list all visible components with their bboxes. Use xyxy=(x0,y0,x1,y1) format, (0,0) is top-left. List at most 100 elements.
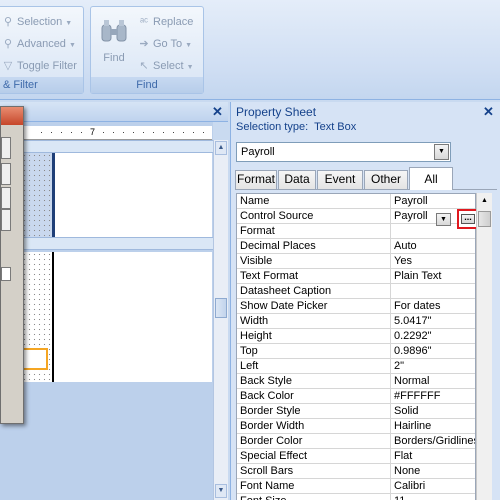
dialog-button[interactable] xyxy=(1,163,11,185)
chevron-down-icon: ▼ xyxy=(65,20,73,27)
tab-format[interactable]: Format xyxy=(235,170,277,189)
property-row[interactable]: Show Date Picker For dates xyxy=(237,299,475,314)
property-name: Font Size xyxy=(240,495,388,500)
property-row[interactable]: Font Name Calibri xyxy=(237,479,475,494)
detail-section-header[interactable] xyxy=(0,237,213,250)
advanced-button[interactable]: ⚲ Advanced ▼ xyxy=(1,35,76,53)
property-value[interactable]: Flat xyxy=(390,449,475,463)
property-row[interactable]: Visible Yes xyxy=(237,254,475,269)
dialog-button[interactable] xyxy=(1,187,11,209)
property-name: Visible xyxy=(240,255,273,267)
select-button[interactable]: ↖ Select ▼ xyxy=(137,57,193,75)
tab-data[interactable]: Data xyxy=(278,170,316,189)
close-icon[interactable]: ✕ xyxy=(212,104,223,120)
tab-divider xyxy=(235,189,497,190)
property-name: Font Name xyxy=(240,480,295,492)
control-source-dropdown-icon[interactable]: ▼ xyxy=(436,213,451,226)
property-row[interactable]: Datasheet Caption xyxy=(237,284,475,299)
scroll-thumb[interactable] xyxy=(215,298,227,318)
property-value[interactable]: Hairline xyxy=(390,419,475,433)
property-value[interactable]: 0.9896" xyxy=(390,344,475,358)
property-row[interactable]: Left 2" xyxy=(237,359,475,374)
go-to-button[interactable]: ➔ Go To ▼ xyxy=(137,35,192,53)
property-row[interactable]: Text Format Plain Text xyxy=(237,269,475,284)
property-name: Width xyxy=(240,315,269,327)
object-selector-combo[interactable]: Payroll ▼ xyxy=(236,142,451,162)
property-value[interactable]: 11 xyxy=(390,494,475,500)
property-row[interactable]: Border Width Hairline xyxy=(237,419,475,434)
property-value[interactable]: Borders/Gridlines xyxy=(390,434,475,448)
property-value[interactable]: 0.2292" xyxy=(390,329,475,343)
property-name: Name xyxy=(240,195,270,207)
tab-other[interactable]: Other xyxy=(364,170,408,189)
chevron-down-icon[interactable]: ▼ xyxy=(434,144,449,160)
margin-line xyxy=(52,153,55,237)
find-button[interactable]: Find xyxy=(95,15,133,75)
horizontal-ruler: · · · · · 7 · · · · · · · · · · · xyxy=(22,126,212,140)
scroll-down-arrow-icon[interactable]: ▼ xyxy=(215,484,227,498)
advanced-label: Advanced xyxy=(17,38,66,50)
scroll-up-arrow-icon[interactable]: ▲ xyxy=(215,141,227,155)
selection-type: Selection type: Text Box xyxy=(236,121,356,133)
ribbon: ⚲ Selection ▼ ⚲ Advanced ▼ ▽ Toggle Filter & … xyxy=(0,0,500,100)
go-to-arrow-icon: ➔ xyxy=(139,38,149,50)
selection-type-value: Text Box xyxy=(314,121,357,133)
property-name: Format xyxy=(240,225,275,237)
binoculars-icon xyxy=(101,20,127,42)
tab-event[interactable]: Event xyxy=(317,170,363,189)
property-name: Special Effect xyxy=(240,450,308,462)
selection-button[interactable]: ⚲ Selection ▼ xyxy=(1,13,72,31)
replace-button[interactable]: ᵃᶜ Replace xyxy=(137,13,193,31)
property-name: Text Format xyxy=(240,270,299,282)
document-tab-bar xyxy=(0,102,228,122)
property-value[interactable]: Normal xyxy=(390,374,475,388)
property-name: Scroll Bars xyxy=(240,465,294,477)
tab-all[interactable]: All xyxy=(409,167,453,190)
property-row[interactable]: Back Style Normal xyxy=(237,374,475,389)
property-grid-scrollbar[interactable]: ▲ xyxy=(476,193,492,500)
property-row[interactable]: Format xyxy=(237,224,475,239)
dialog-list[interactable] xyxy=(1,267,11,281)
property-value[interactable]: 5.0417" xyxy=(390,314,475,328)
property-row[interactable]: Height 0.2292" xyxy=(237,329,475,344)
property-name: Decimal Places xyxy=(240,240,316,252)
grid-area xyxy=(22,153,52,237)
property-row[interactable]: Special Effect Flat xyxy=(237,449,475,464)
property-value[interactable]: Payroll xyxy=(390,194,475,208)
property-row[interactable]: Top 0.9896" xyxy=(237,344,475,359)
property-value[interactable]: Solid xyxy=(390,404,475,418)
toggle-filter-button[interactable]: ▽ Toggle Filter xyxy=(1,57,77,75)
property-row[interactable]: Decimal Places Auto xyxy=(237,239,475,254)
dialog-button[interactable] xyxy=(1,137,11,159)
section-header[interactable] xyxy=(0,140,213,153)
property-name: Left xyxy=(240,360,259,372)
funnel-icon: ▽ xyxy=(3,60,13,72)
builder-button[interactable]: ... xyxy=(461,213,475,224)
property-row[interactable]: Font Size11 xyxy=(237,494,475,500)
scroll-thumb[interactable] xyxy=(478,211,491,227)
detail-section xyxy=(20,252,212,382)
form-vertical-scrollbar[interactable]: ▲ ▼ xyxy=(213,140,228,500)
property-sheet-pane: Property Sheet ✕ Selection type: Text Bo… xyxy=(230,102,500,500)
property-row[interactable]: Border Style Solid xyxy=(237,404,475,419)
property-value[interactable]: Auto xyxy=(390,239,475,253)
dialog-button[interactable] xyxy=(1,209,11,231)
property-row[interactable]: Back Color #FFFFFF xyxy=(237,389,475,404)
property-value[interactable] xyxy=(390,284,475,298)
property-row[interactable]: Border Color Borders/Gridlines xyxy=(237,434,475,449)
dialog-title-bar xyxy=(1,107,23,125)
property-value[interactable]: Yes xyxy=(390,254,475,268)
property-value[interactable]: Plain Text xyxy=(390,269,475,283)
selected-text-box[interactable] xyxy=(20,348,48,370)
property-row[interactable]: Width 5.0417" xyxy=(237,314,475,329)
property-value[interactable]: None xyxy=(390,464,475,478)
property-value[interactable]: #FFFFFF xyxy=(390,389,475,403)
property-value[interactable]: 2" xyxy=(390,359,475,373)
property-value[interactable]: Calibri xyxy=(390,479,475,493)
property-row[interactable]: Scroll Bars None xyxy=(237,464,475,479)
replace-icon: ᵃᶜ xyxy=(140,16,148,28)
close-icon[interactable]: ✕ xyxy=(483,104,494,120)
scroll-up-arrow-icon[interactable]: ▲ xyxy=(478,194,491,207)
property-value[interactable]: For dates xyxy=(390,299,475,313)
property-row[interactable]: Name Payroll xyxy=(237,194,475,209)
